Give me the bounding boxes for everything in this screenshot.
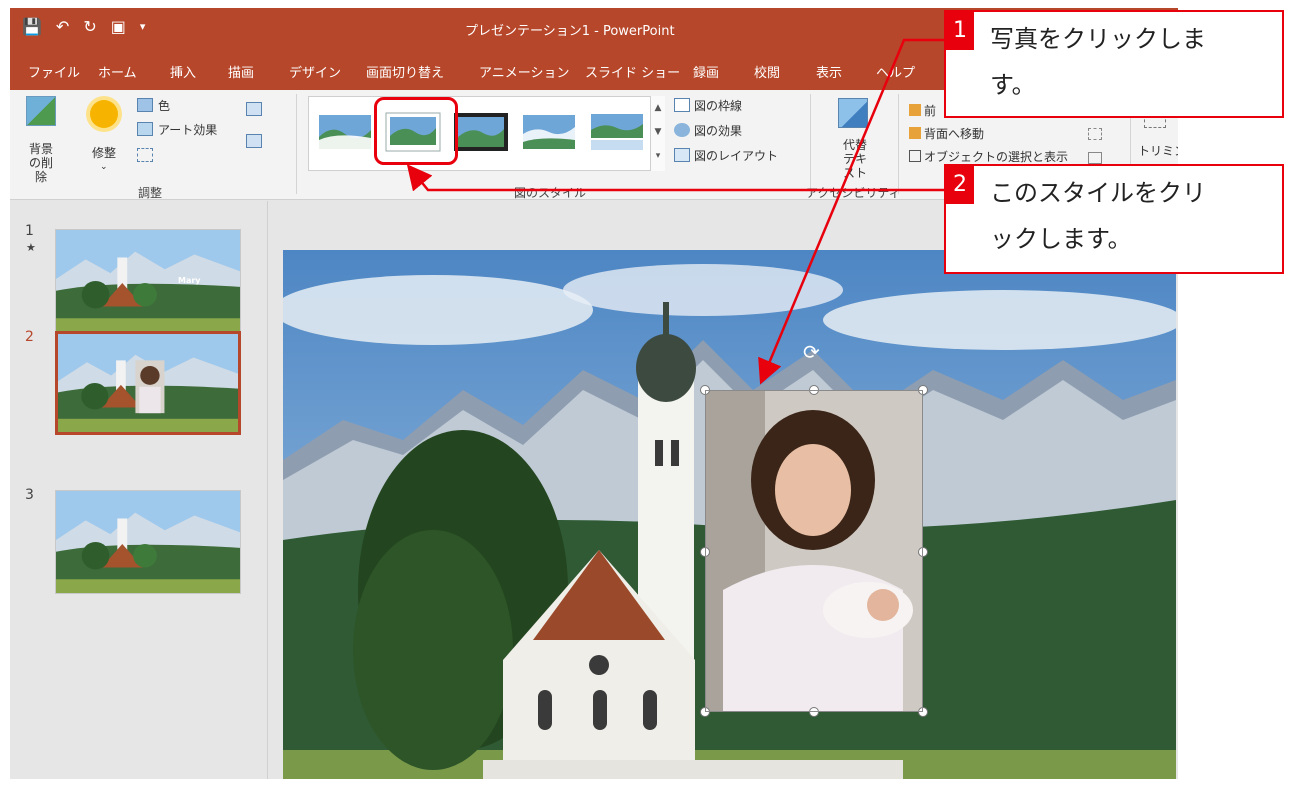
picture-layout-icon[interactable] — [674, 148, 690, 162]
corrections-button[interactable]: 修整 — [92, 144, 116, 161]
remove-background-button[interactable]: 背景の削除 — [24, 142, 58, 184]
tab-animations[interactable]: アニメーション — [479, 62, 569, 81]
callout-1: 1 写真をクリックしま す。 — [944, 10, 1284, 118]
picture-layout-button[interactable]: 図のレイアウト — [694, 147, 778, 164]
save-icon[interactable]: 💾 — [22, 17, 42, 36]
transparency-icon[interactable] — [137, 148, 153, 162]
tab-slideshow[interactable]: スライド ショー — [585, 62, 680, 81]
undo-icon[interactable]: ↶ — [56, 17, 69, 36]
picture-effects-icon[interactable] — [674, 123, 690, 137]
artistic-effects-icon[interactable] — [137, 122, 153, 136]
tab-file[interactable]: ファイル — [28, 62, 80, 81]
callout-text-line-1: このスタイルをクリ — [990, 179, 1206, 207]
tab-record[interactable]: 録画 — [693, 62, 719, 81]
artistic-effects-button[interactable]: アート効果 — [158, 121, 217, 138]
chevron-down-icon[interactable]: ⌄ — [100, 162, 108, 172]
picture-border-icon[interactable] — [674, 98, 690, 112]
slide-number: 1 — [25, 223, 34, 239]
style-highlight — [374, 97, 458, 165]
slide-editing-area: ⟳ — [269, 201, 1178, 779]
color-icon[interactable] — [137, 98, 153, 112]
sun-icon[interactable] — [90, 100, 118, 128]
tab-draw[interactable]: 描画 — [228, 62, 254, 81]
slide-caption: Mary — [178, 276, 201, 285]
crop-button[interactable]: トリミン — [1138, 142, 1178, 159]
slide-thumbnail-1[interactable]: Mary — [55, 229, 241, 333]
current-slide[interactable]: ⟳ — [283, 250, 1176, 779]
tab-help[interactable]: ヘルプ — [876, 62, 915, 81]
callout-number: 2 — [946, 166, 974, 204]
tab-home[interactable]: ホーム — [98, 62, 137, 81]
change-picture-icon[interactable] — [246, 134, 262, 148]
accessibility-group-label: アクセシビリティ — [806, 186, 901, 200]
presentation-icon[interactable]: ▣ — [111, 17, 126, 36]
tab-insert[interactable]: 挿入 — [170, 62, 196, 81]
bring-forward-button[interactable]: 前 — [924, 102, 936, 119]
slide-number: 2 — [25, 329, 34, 345]
alt-text-button[interactable]: 代替テキスト — [838, 138, 872, 180]
rotate-handle-icon[interactable]: ⟳ — [803, 340, 820, 364]
animation-star-icon: ★ — [26, 241, 36, 254]
tab-design[interactable]: デザイン — [289, 62, 341, 81]
tab-review[interactable]: 校閲 — [754, 62, 780, 81]
group-separator — [810, 94, 811, 194]
compress-pictures-icon[interactable] — [246, 102, 262, 116]
align-icon[interactable] — [1088, 128, 1102, 140]
picture-styles-group-label: 図のスタイル — [514, 186, 587, 200]
remove-background-icon[interactable] — [26, 96, 56, 126]
group-separator — [296, 94, 297, 194]
callout-number: 1 — [946, 12, 974, 50]
picture-style-5[interactable] — [589, 112, 645, 152]
selection-border — [705, 390, 923, 712]
selection-pane-icon[interactable] — [909, 150, 921, 162]
alt-text-icon[interactable] — [838, 98, 868, 128]
bring-forward-icon[interactable] — [909, 104, 921, 116]
group-separator — [898, 94, 899, 194]
powerpoint-window: 💾 ↶ ↻ ▣ ▾ プレゼンテーション1 - PowerPoint ファイル ホ… — [10, 8, 1178, 779]
picture-style-3[interactable] — [453, 112, 509, 152]
color-button[interactable]: 色 — [158, 97, 170, 114]
picture-border-button[interactable]: 図の枠線 — [694, 97, 742, 114]
callout-2: 2 このスタイルをクリ ックします。 — [944, 164, 1284, 274]
adjust-group-label: 調整 — [138, 186, 163, 200]
slide-thumbnail-pane: 1 ★ Mary 2 3 — [10, 201, 268, 779]
picture-effects-button[interactable]: 図の効果 — [694, 122, 742, 139]
callout-text-line-2: ックします。 — [990, 225, 1132, 253]
tab-transitions[interactable]: 画面切り替え — [366, 62, 444, 81]
tab-view[interactable]: 表示 — [816, 62, 842, 81]
selection-pane-button[interactable]: オブジェクトの選択と表示 — [924, 148, 1068, 165]
callout-text-line-1: 写真をクリックしま — [990, 25, 1206, 53]
rotate-icon[interactable] — [1088, 152, 1102, 164]
picture-style-1[interactable] — [317, 112, 373, 152]
gallery-scroll-buttons[interactable]: ▲ ▼ ▾ — [650, 96, 665, 171]
slide-number: 3 — [25, 487, 34, 503]
slide-thumbnail-3[interactable] — [55, 490, 241, 594]
window-title: プレゼンテーション1 - PowerPoint — [465, 24, 675, 39]
callout-text-line-2: す。 — [990, 71, 1036, 99]
slide-thumbnail-2[interactable] — [55, 331, 241, 435]
send-backward-button[interactable]: 背面へ移動 — [924, 125, 984, 142]
send-backward-icon[interactable] — [909, 127, 921, 139]
quick-access-toolbar: 💾 ↶ ↻ ▣ ▾ — [22, 17, 145, 36]
customize-icon[interactable]: ▾ — [140, 20, 146, 33]
redo-icon[interactable]: ↻ — [83, 17, 96, 36]
picture-style-4[interactable] — [521, 112, 577, 152]
